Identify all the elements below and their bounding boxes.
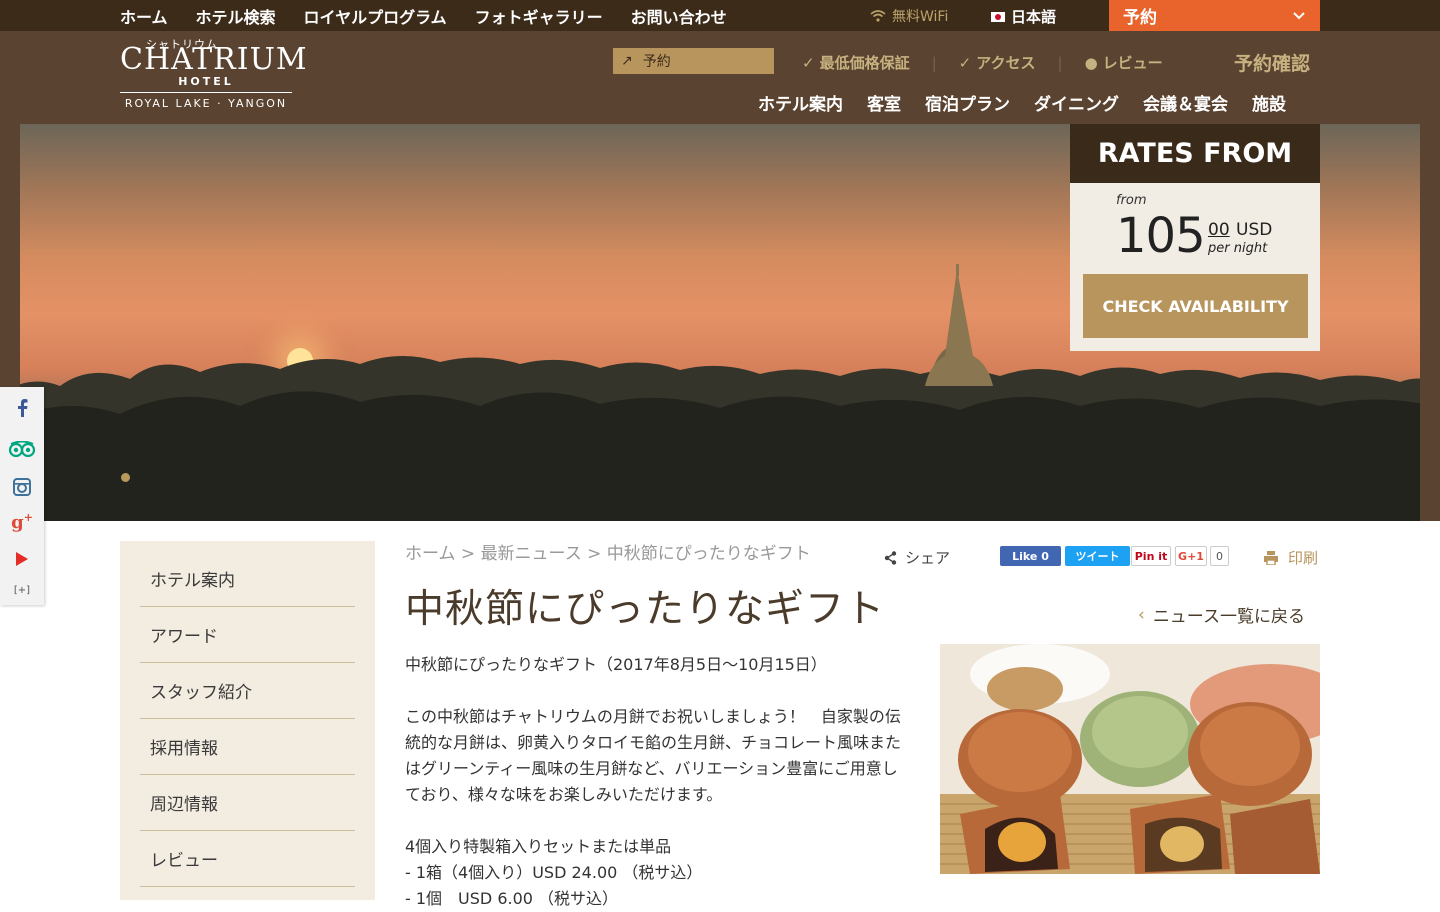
google-plus-icon[interactable]: g+ [0, 511, 44, 533]
booking-confirm-link[interactable]: 予約確認 [1234, 49, 1310, 76]
pin-it-button[interactable]: Pin it [1131, 546, 1171, 566]
youtube-icon[interactable] [0, 551, 44, 571]
wifi-label: 無料WiFi [892, 9, 949, 25]
tweet-button[interactable]: ツイート [1065, 546, 1130, 566]
google-plus-button[interactable]: G+1 [1175, 546, 1207, 566]
print-label: 印刷 [1288, 549, 1319, 567]
japan-flag-icon [991, 11, 1005, 22]
sidebar-item-careers[interactable]: 採用情報 [140, 719, 355, 775]
rates-heading: RATES FROM [1070, 124, 1320, 183]
article-list-title: 4個入り特製箱入りセットまたは単品 [405, 837, 672, 856]
rates-from: from [1116, 193, 1147, 208]
share-icon [884, 550, 897, 565]
instagram-icon[interactable] [0, 478, 44, 500]
divider: | [1057, 53, 1063, 72]
back-label: ニュース一覧に戻る [1152, 607, 1305, 627]
facebook-like-button[interactable]: Like 0 [1000, 546, 1061, 566]
google-plus-count: 0 [1210, 546, 1229, 566]
book-button[interactable]: 予約 [1109, 0, 1320, 31]
top-nav-hotel-search[interactable]: ホテル検索 [196, 4, 276, 28]
language-label: 日本語 [1011, 8, 1057, 26]
more-social-button[interactable]: [+] [0, 585, 44, 596]
share-button[interactable]: シェア [884, 547, 950, 568]
print-button[interactable]: 印刷 [1264, 547, 1318, 568]
breadcrumb-separator: > [460, 544, 476, 564]
mooncake-illustration [940, 644, 1320, 874]
top-nav-loyalty[interactable]: ロイヤルプログラム [304, 4, 447, 28]
review-label: レビュー [1102, 54, 1163, 72]
reserve-label: 予約 [642, 54, 671, 70]
access-label: アクセス [976, 54, 1036, 72]
tripadvisor-icon[interactable] [0, 440, 44, 461]
top-nav-contact[interactable]: お問い合わせ [631, 4, 727, 28]
header-links: ✓ 最低価格保証 | ✓ アクセス | ● レビュー [802, 52, 1163, 73]
check-icon: ✓ [802, 53, 815, 72]
article-paragraph: この中秋節はチャトリウムの月餅でお祝いしましょう！ 自家製の伝統的な月餅は、卵黄… [405, 707, 902, 804]
wifi-link[interactable]: 無料WiFi [870, 6, 948, 26]
pin-icon: ● [1084, 53, 1098, 72]
top-bar: ホーム ホテル検索 ロイヤルプログラム フォトギャラリー お問い合わせ 無料Wi… [0, 0, 1440, 31]
article-list-line: - 1箱（4個入り）USD 24.00 （税サ込） [405, 863, 703, 882]
sidebar-item-reviews[interactable]: レビュー [140, 831, 355, 887]
facebook-icon[interactable] [0, 399, 44, 421]
main-nav-plans[interactable]: 宿泊プラン [925, 90, 1010, 115]
share-label: シェア [905, 549, 951, 567]
logo-kana: シャトリウム [146, 38, 218, 51]
main-nav-facilities[interactable]: 施設 [1252, 90, 1286, 115]
access-link[interactable]: ✓ アクセス [959, 52, 1036, 73]
slider-dot[interactable] [121, 473, 130, 482]
mooncake-photo [940, 644, 1320, 874]
article-body: 中秋節にぴったりなギフト（2017年8月5日〜10月15日） この中秋節はチャト… [405, 652, 913, 912]
top-nav-gallery[interactable]: フォトギャラリー [475, 4, 603, 28]
rates-box: RATES FROM from 105 00 USD per night CHE… [1070, 124, 1320, 351]
rates-currency: USD [1236, 220, 1273, 240]
breadcrumb-news[interactable]: 最新ニュース [481, 544, 582, 564]
back-to-news-link[interactable]: ‹ ニュース一覧に戻る [1138, 602, 1305, 628]
hero-side-right [1420, 124, 1440, 521]
social-bar: g+ [+] [0, 387, 44, 605]
main-nav: ホテル案内 客室 宿泊プラン ダイニング 会議＆宴会 施設 [758, 90, 1286, 115]
breadcrumb: ホーム > 最新ニュース > 中秋節にぴったりなギフト [405, 539, 811, 564]
rates-price: 105 [1116, 208, 1206, 264]
main-nav-hotel-info[interactable]: ホテル案内 [758, 90, 843, 115]
printer-icon [1264, 550, 1278, 565]
sidebar-item-staff[interactable]: スタッフ紹介 [140, 663, 355, 719]
arrow-up-right-icon: ↗ [621, 53, 633, 69]
sidebar-item-hotel-info[interactable]: ホテル案内 [140, 551, 355, 607]
breadcrumb-current: 中秋節にぴったりなギフト [606, 544, 811, 564]
book-button-label: 予約 [1123, 8, 1157, 28]
breadcrumb-home[interactable]: ホーム [405, 544, 456, 564]
chevron-left-icon: ‹ [1138, 604, 1145, 625]
main-nav-rooms[interactable]: 客室 [867, 90, 901, 115]
sidebar-item-nearby[interactable]: 周辺情報 [140, 775, 355, 831]
page-title: 中秋節にぴったりなギフト [405, 587, 886, 632]
article-list-line: - 1個 USD 6.00 （税サ込） [405, 889, 619, 908]
check-availability-button[interactable]: CHECK AVAILABILITY [1083, 274, 1308, 338]
chevron-down-icon [1293, 11, 1305, 19]
logo-location: ROYAL LAKE · YANGON [124, 97, 288, 110]
logo-hotel: HOTEL [120, 75, 292, 93]
breadcrumb-separator: > [587, 544, 602, 564]
site-header: シャトリウム CHATRIUM HOTEL ROYAL LAKE · YANGO… [0, 31, 1440, 124]
left-sidebar: ホテル案内 アワード スタッフ紹介 採用情報 周辺情報 レビュー [120, 541, 375, 900]
sidebar-item-awards[interactable]: アワード [140, 607, 355, 663]
rates-cents: 00 [1208, 220, 1230, 240]
best-rate-link[interactable]: ✓ 最低価格保証 [802, 52, 910, 73]
reserve-link[interactable]: ↗ 予約 [613, 48, 774, 74]
review-link[interactable]: ● レビュー [1085, 52, 1163, 73]
top-nav-home[interactable]: ホーム [120, 4, 168, 28]
hotel-logo[interactable]: シャトリウム CHATRIUM HOTEL ROYAL LAKE · YANGO… [120, 36, 307, 110]
check-icon: ✓ [958, 53, 972, 72]
divider: | [931, 53, 937, 72]
language-selector[interactable]: 日本語 [991, 6, 1056, 27]
best-rate-label: 最低価格保証 [819, 54, 910, 72]
main-nav-dining[interactable]: ダイニング [1034, 90, 1119, 115]
article-intro: 中秋節にぴったりなギフト（2017年8月5日〜10月15日） [405, 655, 827, 674]
top-nav: ホーム ホテル検索 ロイヤルプログラム フォトギャラリー お問い合わせ [120, 0, 727, 31]
main-nav-meetings[interactable]: 会議＆宴会 [1143, 90, 1228, 115]
rates-per-night: per night [1208, 241, 1268, 256]
wifi-icon [870, 10, 886, 22]
